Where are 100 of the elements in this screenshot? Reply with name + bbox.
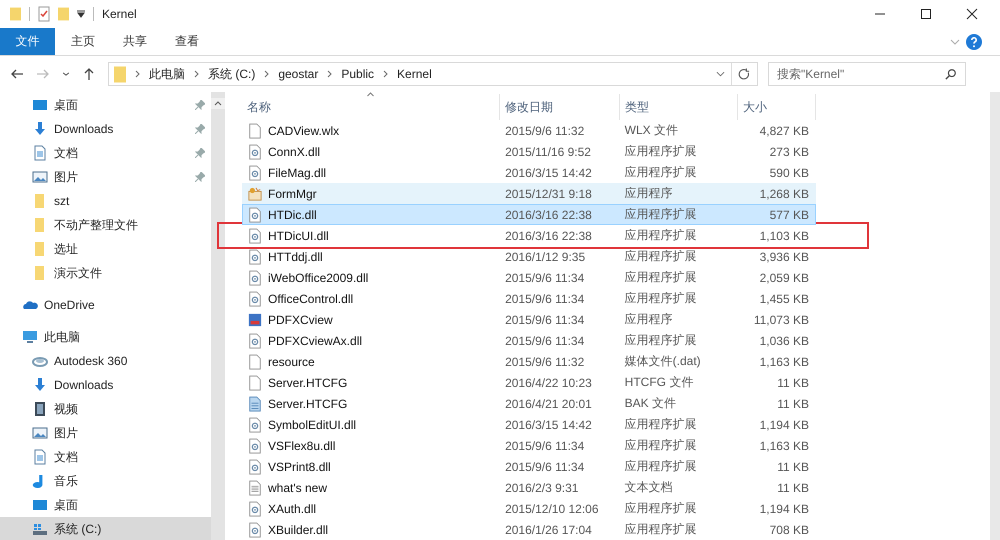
breadcrumb[interactable]: Kernel <box>397 67 432 81</box>
ribbon-tab[interactable]: 查看 <box>163 28 211 55</box>
refresh-icon[interactable] <box>738 68 751 80</box>
sidebar-item[interactable]: 此电脑 <box>0 325 211 349</box>
breadcrumb[interactable]: geostar <box>278 67 318 81</box>
file-row[interactable]: OfficeControl.dll 2015/9/6 11:34 应用程序扩展 1,455 KB <box>242 288 816 309</box>
dropdown-icon[interactable] <box>77 10 85 18</box>
sidebar-item[interactable]: 演示文件 <box>0 261 211 285</box>
table-cell-text: 1,268 KB <box>758 186 810 200</box>
desktop-icon <box>32 97 48 113</box>
gear-file-icon <box>248 228 262 244</box>
help-icon[interactable] <box>966 34 982 50</box>
file-row[interactable]: HTTddj.dll 2016/1/12 9:35 应用程序扩展 3,936 KB <box>242 246 816 267</box>
chevron-right-icon[interactable] <box>194 70 199 78</box>
folder-icon <box>114 66 126 82</box>
document-icon <box>32 145 48 161</box>
search-field[interactable]: 搜索"Kernel" <box>768 62 966 86</box>
drive-icon <box>32 521 48 537</box>
sidebar-item[interactable]: OneDrive <box>0 293 211 317</box>
picture-icon <box>32 169 48 185</box>
close-icon[interactable] <box>966 8 978 20</box>
sidebar-item[interactable]: 音乐 <box>0 469 211 493</box>
sidebar-item[interactable]: 系统 (C:) <box>0 517 211 540</box>
table-cell-text: BAK 文件 <box>624 395 678 412</box>
table-cell-text: 2015/9/6 11:34 <box>504 312 586 326</box>
checked-document-icon[interactable] <box>38 6 50 22</box>
table-cell-text: 1,455 KB <box>758 292 810 306</box>
sidebar-item[interactable]: 图片 <box>0 421 211 445</box>
sidebar-item[interactable]: 视频 <box>0 397 211 421</box>
sidebar-item[interactable]: Autodesk 360 <box>0 349 211 373</box>
search-icon[interactable] <box>945 68 957 80</box>
file-row[interactable]: CADView.wlx 2015/9/6 11:32 WLX 文件 4,827 KB <box>242 120 816 141</box>
chevron-down-icon[interactable] <box>716 71 725 77</box>
column-header[interactable]: 修改日期 <box>500 94 620 120</box>
sidebar-item[interactable]: 图片 <box>0 165 211 189</box>
breadcrumb[interactable]: 此电脑 <box>149 66 185 82</box>
file-row[interactable]: Server.HTCFG 2016/4/22 10:23 HTCFG 文件 11 KB <box>242 372 816 393</box>
chevron-right-icon[interactable] <box>327 70 332 78</box>
file-row[interactable]: PDFXCview 2015/9/6 11:34 应用程序 11,073 KB <box>242 309 816 330</box>
table-cell-text: 2016/3/16 22:38 <box>504 228 593 242</box>
table-cell-text: 文本文档 <box>624 479 674 496</box>
sidebar-item[interactable]: szt <box>0 189 211 213</box>
up-arrow-icon[interactable] <box>82 67 96 81</box>
ribbon-tab[interactable]: 主页 <box>59 28 107 55</box>
maximize-icon[interactable] <box>920 8 932 20</box>
file-row[interactable]: ConnX.dll 2015/11/16 9:52 应用程序扩展 273 KB <box>242 141 816 162</box>
file-name: resource <box>268 354 315 368</box>
sidebar-item[interactable]: 不动产整理文件 <box>0 213 211 237</box>
file-name: SymbolEditUI.dll <box>268 418 356 432</box>
file-row[interactable]: HTDic.dll 2016/3/16 22:38 应用程序扩展 577 KB <box>242 204 816 225</box>
gear-file-icon <box>248 270 262 286</box>
document-icon <box>32 449 48 465</box>
sidebar-item[interactable]: 桌面 <box>0 493 211 517</box>
file-row[interactable]: Server.HTCFG 2016/4/21 20:01 BAK 文件 11 KB <box>242 393 816 414</box>
scroll-up-icon[interactable] <box>211 98 225 109</box>
sidebar-item[interactable]: 桌面 <box>0 93 211 117</box>
table-cell-text: 2015/12/31 9:18 <box>504 186 593 200</box>
sidebar-item[interactable]: Downloads <box>0 373 211 397</box>
ribbon-tab[interactable]: 共享 <box>111 28 159 55</box>
back-arrow-icon[interactable] <box>10 67 24 81</box>
table-cell-text: 2015/9/6 11:34 <box>504 292 586 306</box>
file-name: PDFXCviewAx.dll <box>268 334 362 348</box>
sidebar-item[interactable]: 选址 <box>0 237 211 261</box>
table-cell-text: HTCFG 文件 <box>624 374 694 391</box>
table-cell-text: 2015/9/6 11:34 <box>504 334 586 348</box>
file-name: Server.HTCFG <box>268 376 348 390</box>
chevron-right-icon[interactable] <box>135 70 140 78</box>
ribbon-tab[interactable]: 文件 <box>0 28 55 55</box>
sidebar-item[interactable]: 文档 <box>0 141 211 165</box>
column-header[interactable]: 类型 <box>620 94 738 120</box>
breadcrumb[interactable]: Public <box>341 67 374 81</box>
blank-file-icon <box>248 374 262 390</box>
scrollbar[interactable] <box>211 92 225 540</box>
file-row[interactable]: XBuilder.dll 2016/1/26 17:04 应用程序扩展 708 KB <box>242 519 816 540</box>
chevron-right-icon[interactable] <box>383 70 388 78</box>
application-icon <box>248 186 262 202</box>
gear-file-icon <box>248 500 262 516</box>
table-cell-text: 1,163 KB <box>758 438 810 452</box>
file-row[interactable]: resource 2015/9/6 11:32 媒体文件(.dat) 1,163 KB <box>242 351 816 372</box>
file-row[interactable]: iWebOffice2009.dll 2015/9/6 11:34 应用程序扩展 2,059 KB <box>242 267 816 288</box>
gear-file-icon <box>248 206 262 222</box>
table-cell-text: 应用程序扩展 <box>624 206 698 223</box>
file-row[interactable]: VSPrint8.dll 2015/9/6 11:34 应用程序扩展 11 KB <box>242 456 816 477</box>
table-cell-text: 2016/4/22 10:23 <box>504 376 593 390</box>
sidebar-item[interactable]: Downloads <box>0 117 211 141</box>
file-row[interactable]: FileMag.dll 2016/3/15 14:42 应用程序扩展 590 KB <box>242 162 816 183</box>
file-row[interactable]: HTDicUI.dll 2016/3/16 22:38 应用程序扩展 1,103 KB <box>242 225 816 246</box>
column-header[interactable]: 名称 <box>242 94 500 120</box>
file-row[interactable]: what's new 2016/2/3 9:31 文本文档 11 KB <box>242 477 816 498</box>
breadcrumb[interactable]: 系统 (C:) <box>208 66 256 82</box>
file-row[interactable]: XAuth.dll 2015/12/10 12:06 应用程序扩展 1,194 KB <box>242 498 816 519</box>
address-bar[interactable]: 此电脑 系统 (C:) geostar Public Kernel <box>108 62 758 86</box>
chevron-right-icon[interactable] <box>264 70 270 78</box>
window-title: Kernel <box>102 7 137 21</box>
sidebar-item[interactable]: 文档 <box>0 445 211 469</box>
file-row[interactable]: VSFlex8u.dll 2015/9/6 11:34 应用程序扩展 1,163 KB <box>242 435 816 456</box>
file-row[interactable]: SymbolEditUI.dll 2016/3/15 14:42 应用程序扩展 1,194 KB <box>242 414 816 435</box>
file-row[interactable]: FormMgr 2015/12/31 9:18 应用程序 1,268 KB <box>242 183 816 204</box>
file-row[interactable]: PDFXCviewAx.dll 2015/9/6 11:34 应用程序扩展 1,036 KB <box>242 330 816 351</box>
column-header[interactable]: 大小 <box>738 94 816 120</box>
